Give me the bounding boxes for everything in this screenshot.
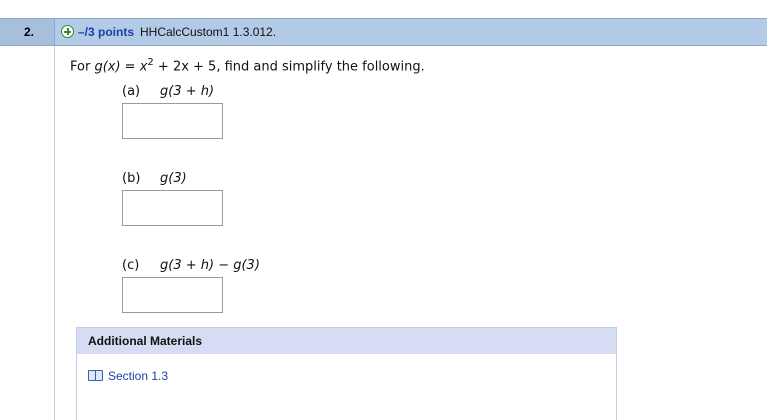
book-icon [88, 370, 103, 381]
question-header: 2. –/3 points HHCalcCustom1 1.3.012. [0, 18, 767, 46]
part-b-answer-input[interactable] [122, 190, 223, 226]
part-c-expression: g(3 + h) − g(3) [160, 258, 260, 273]
question-number: 2. [0, 19, 55, 45]
section-link-label[interactable]: Section 1.3 [108, 369, 168, 383]
question-id: HHCalcCustom1 1.3.012. [140, 25, 277, 39]
part-c-answer-input[interactable] [122, 277, 223, 313]
part-b-label: (b) [122, 171, 141, 186]
statement-function: g(x) = x [94, 59, 148, 75]
part-b: (b) g(3) [122, 171, 187, 186]
points-label: –/3 points [78, 25, 135, 39]
statement-rest: + 2x + 5, find and simplify the followin… [153, 59, 425, 75]
part-a-label: (a) [122, 84, 141, 99]
statement-prefix: For [70, 59, 91, 75]
additional-materials-title: Additional Materials [77, 328, 616, 354]
section-link[interactable]: Section 1.3 [88, 369, 168, 383]
problem-statement: For g(x) = x2 + 2x + 5, find and simplif… [70, 57, 425, 74]
part-a-answer-input[interactable] [122, 103, 223, 139]
part-a: (a) g(3 + h) [122, 84, 214, 99]
additional-materials-panel: Additional Materials Section 1.3 [76, 327, 617, 420]
expand-plus-icon[interactable] [61, 25, 74, 38]
part-a-expression: g(3 + h) [160, 84, 215, 99]
left-divider [54, 46, 55, 420]
part-c: (c) g(3 + h) − g(3) [122, 258, 260, 273]
part-c-label: (c) [122, 258, 140, 273]
part-b-expression: g(3) [160, 171, 187, 186]
